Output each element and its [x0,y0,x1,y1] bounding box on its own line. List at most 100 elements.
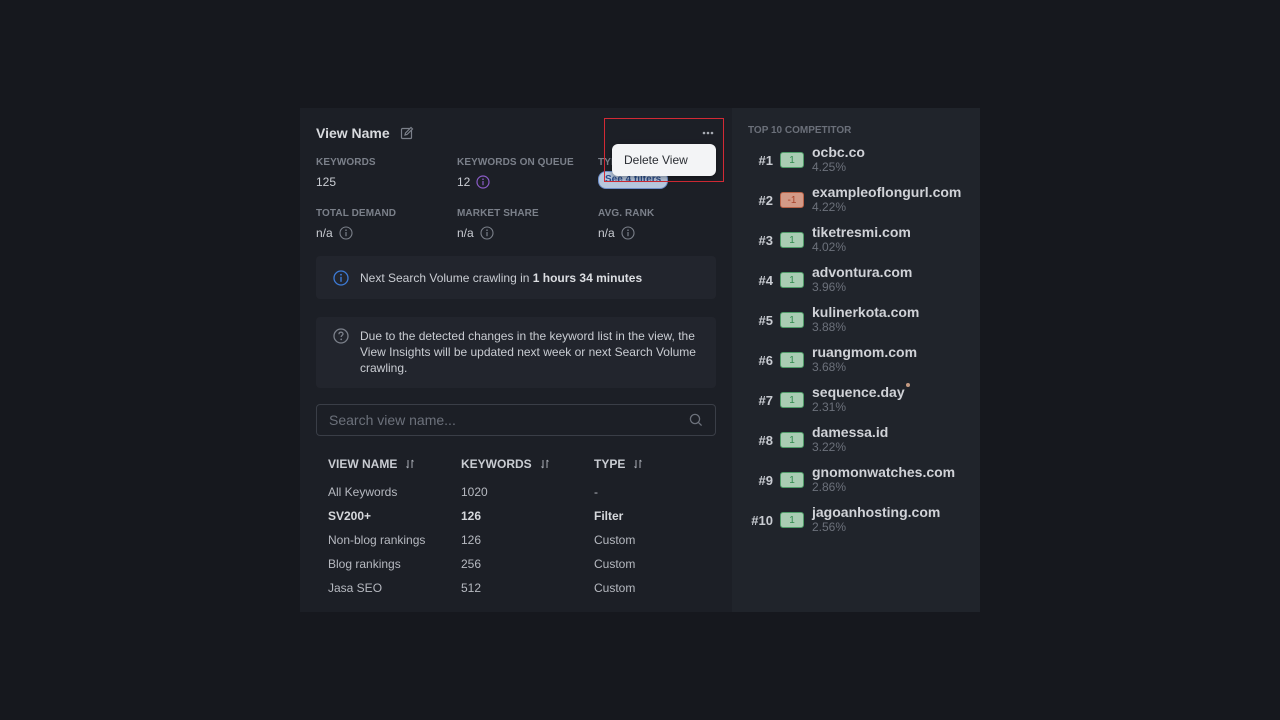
stat-value: n/a [457,226,474,240]
competitor-rank: #6 [758,353,773,368]
competitor-domain[interactable]: kulinerkota.com [812,304,919,320]
stat-value: n/a [598,226,615,240]
cell-type: Custom [594,581,636,595]
column-header-type[interactable]: TYPE [594,456,708,472]
column-header-view-name[interactable]: VIEW NAME [328,456,461,472]
cell-keywords: 256 [461,557,482,571]
cell-type: Custom [594,557,636,571]
competitor-info: damessa.id 3.22% [812,424,888,455]
competitor-rank: #8 [758,433,773,448]
view-title: View Name [316,125,390,141]
competitor-domain[interactable]: ocbc.co [812,144,865,160]
rank-change-badge: 1 [780,472,804,488]
status-dot [905,383,910,387]
competitor-domain[interactable]: advontura.com [812,264,912,280]
search-input[interactable] [329,412,689,428]
competitor-info: ocbc.co 4.25% [812,144,865,175]
table-row[interactable]: Blog rankings 256 Custom [328,552,708,576]
competitor-info: advontura.com 3.96% [812,264,912,295]
cell-keywords: 126 [461,533,482,547]
cell-view-name: SV200+ [328,509,372,523]
competitor-item[interactable]: #9 1 gnomonwatches.com 2.86% [732,464,980,504]
competitor-item[interactable]: #3 1 tiketresmi.com 4.02% [732,224,980,264]
competitor-share: 3.22% [812,440,847,454]
competitor-info: gnomonwatches.com 2.86% [812,464,955,495]
competitor-item[interactable]: #7 1 sequence.day 2.31% [732,383,980,424]
edit-icon[interactable] [400,126,414,140]
competitor-item[interactable]: #2 -1 exampleoflongurl.com 4.22% [732,184,980,224]
competitor-item[interactable]: #6 1 ruangmom.com 3.68% [732,344,980,384]
competitor-share: 2.31% [812,400,847,414]
competitor-item[interactable]: #5 1 kulinerkota.com 3.88% [732,304,980,344]
competitor-share: 4.25% [812,160,847,174]
table-row[interactable]: Non-blog rankings 126 Custom [328,528,708,552]
cell-view-name: All Keywords [328,485,398,499]
stat-label: TOTAL DEMAND [316,208,397,219]
competitor-item[interactable]: #1 1 ocbc.co 4.25% [732,144,980,184]
changes-notice: Due to the detected changes in the keywo… [316,317,716,388]
cell-keywords: 126 [461,509,482,523]
info-icon [333,269,349,286]
competitor-share: 4.22% [812,200,847,214]
competitor-info: sequence.day 2.31% [812,383,910,415]
search-icon[interactable] [689,413,703,427]
stat-label: KEYWORDS ON QUEUE [457,157,574,168]
competitor-item[interactable]: #4 1 advontura.com 3.96% [732,264,980,304]
rank-change-badge: -1 [780,192,804,208]
competitor-domain[interactable]: tiketresmi.com [812,224,911,240]
delete-view-menu-item[interactable]: Delete View [612,144,716,176]
rank-change-badge: 1 [780,232,804,248]
stat-value: 12 [457,175,471,189]
competitor-rank: #2 [758,193,773,208]
competitor-item[interactable]: #8 1 damessa.id 3.22% [732,424,980,464]
cell-view-name: Blog rankings [328,557,401,571]
competitor-rank: #3 [758,233,773,248]
stat-label: MARKET SHARE [457,208,539,219]
competitor-domain[interactable]: damessa.id [812,424,888,440]
cell-type: Filter [594,509,624,523]
info-icon[interactable] [621,226,635,240]
rank-change-badge: 1 [780,352,804,368]
stat-avg-rank: AVG. RANK n/a [598,207,726,241]
cell-keywords: 1020 [461,485,488,499]
search-view-field[interactable] [316,404,716,436]
more-horizontal-icon [702,122,714,140]
stat-label: KEYWORDS [316,157,376,168]
view-insights-card: View Name KEYWORDS 125 KEYWORDS ON QUEUE… [300,108,980,612]
competitor-list: #1 1 ocbc.co 4.25% #2 -1 exampleoflongurl.com 4… [732,144,980,544]
crawl-notice-text: Next Search Volume crawling in 1 hours 3… [360,270,643,285]
column-header-keywords[interactable]: KEYWORDS [461,456,594,472]
rank-change-badge: 1 [780,152,804,168]
info-icon[interactable] [476,175,490,189]
competitors-title: TOP 10 COMPETITOR [748,125,852,136]
competitor-rank: #4 [758,273,773,288]
table-row[interactable]: All Keywords 1020 - [328,480,708,504]
table-row[interactable]: SV200+ 126 Filter [328,504,708,528]
competitor-rank: #10 [751,513,773,528]
competitor-rank: #1 [758,153,773,168]
table-row[interactable]: Jasa SEO 512 Custom [328,576,708,600]
competitor-domain[interactable]: sequence.day [812,384,905,400]
crawl-notice: Next Search Volume crawling in 1 hours 3… [316,256,716,299]
cell-view-name: Non-blog rankings [328,533,426,547]
stat-market-share: MARKET SHARE n/a [457,207,598,241]
competitor-info: jagoanhosting.com 2.56% [812,504,940,535]
info-icon[interactable] [339,226,353,240]
competitor-domain[interactable]: gnomonwatches.com [812,464,955,480]
view-details-panel: View Name KEYWORDS 125 KEYWORDS ON QUEUE… [300,108,732,612]
table-header: VIEW NAME KEYWORDS TYPE [328,456,708,472]
stat-label: AVG. RANK [598,208,655,219]
competitor-domain[interactable]: exampleoflongurl.com [812,184,961,200]
stat-value: 125 [316,175,337,189]
competitor-domain[interactable]: jagoanhosting.com [812,504,940,520]
competitor-info: kulinerkota.com 3.88% [812,304,919,335]
competitor-domain[interactable]: ruangmom.com [812,344,917,360]
info-icon[interactable] [480,226,494,240]
views-table: VIEW NAME KEYWORDS TYPE All Keywords 102… [328,456,708,600]
competitor-item[interactable]: #10 1 jagoanhosting.com 2.56% [732,504,980,544]
crawl-time: 1 hours 34 minutes [532,270,643,285]
sort-icon [633,459,643,469]
rank-change-badge: 1 [780,512,804,528]
more-options-button[interactable] [700,125,716,137]
title-row: View Name [316,124,414,142]
